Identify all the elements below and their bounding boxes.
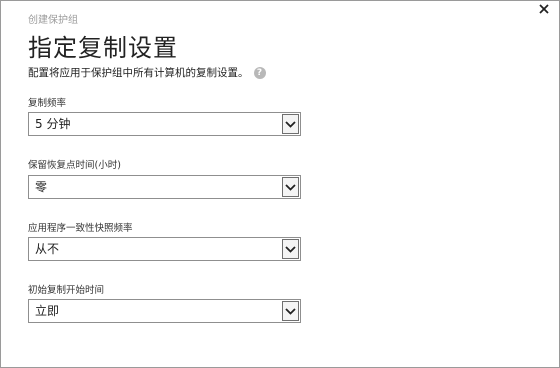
recovery-point-retention-select[interactable]: 零 [28,175,301,199]
chevron-down-icon[interactable] [282,177,299,197]
replication-frequency-label: 复制频率 [28,98,67,109]
initial-replication-start-value: 立即 [35,304,60,318]
page-title: 指定复制设置 [28,34,178,62]
recovery-point-retention-value: 零 [35,180,48,194]
recovery-point-retention-label: 保留恢复点时间(小时) [28,160,121,171]
app-consistent-snapshot-select[interactable]: 从不 [28,237,301,261]
page-description: 配置将应用于保护组中所有计算机的复制设置。 ? [28,65,266,80]
replication-frequency-value: 5 分钟 [35,117,71,131]
chevron-down-icon[interactable] [282,301,299,321]
chevron-down-icon[interactable] [282,114,299,134]
replication-frequency-select[interactable]: 5 分钟 [28,112,301,136]
wizard-caption: 创建保护组 [28,15,78,26]
initial-replication-start-select[interactable]: 立即 [28,299,301,323]
initial-replication-start-label: 初始复制开始时间 [28,285,105,296]
app-consistent-snapshot-value: 从不 [35,242,60,256]
app-consistent-snapshot-label: 应用程序一致性快照频率 [28,223,133,234]
page-description-text: 配置将应用于保护组中所有计算机的复制设置。 [28,67,249,79]
close-icon[interactable] [539,4,551,16]
create-protection-group-dialog: 创建保护组 指定复制设置 配置将应用于保护组中所有计算机的复制设置。 ? 复制频… [0,0,560,368]
help-icon[interactable]: ? [253,66,266,79]
chevron-down-icon[interactable] [282,239,299,259]
